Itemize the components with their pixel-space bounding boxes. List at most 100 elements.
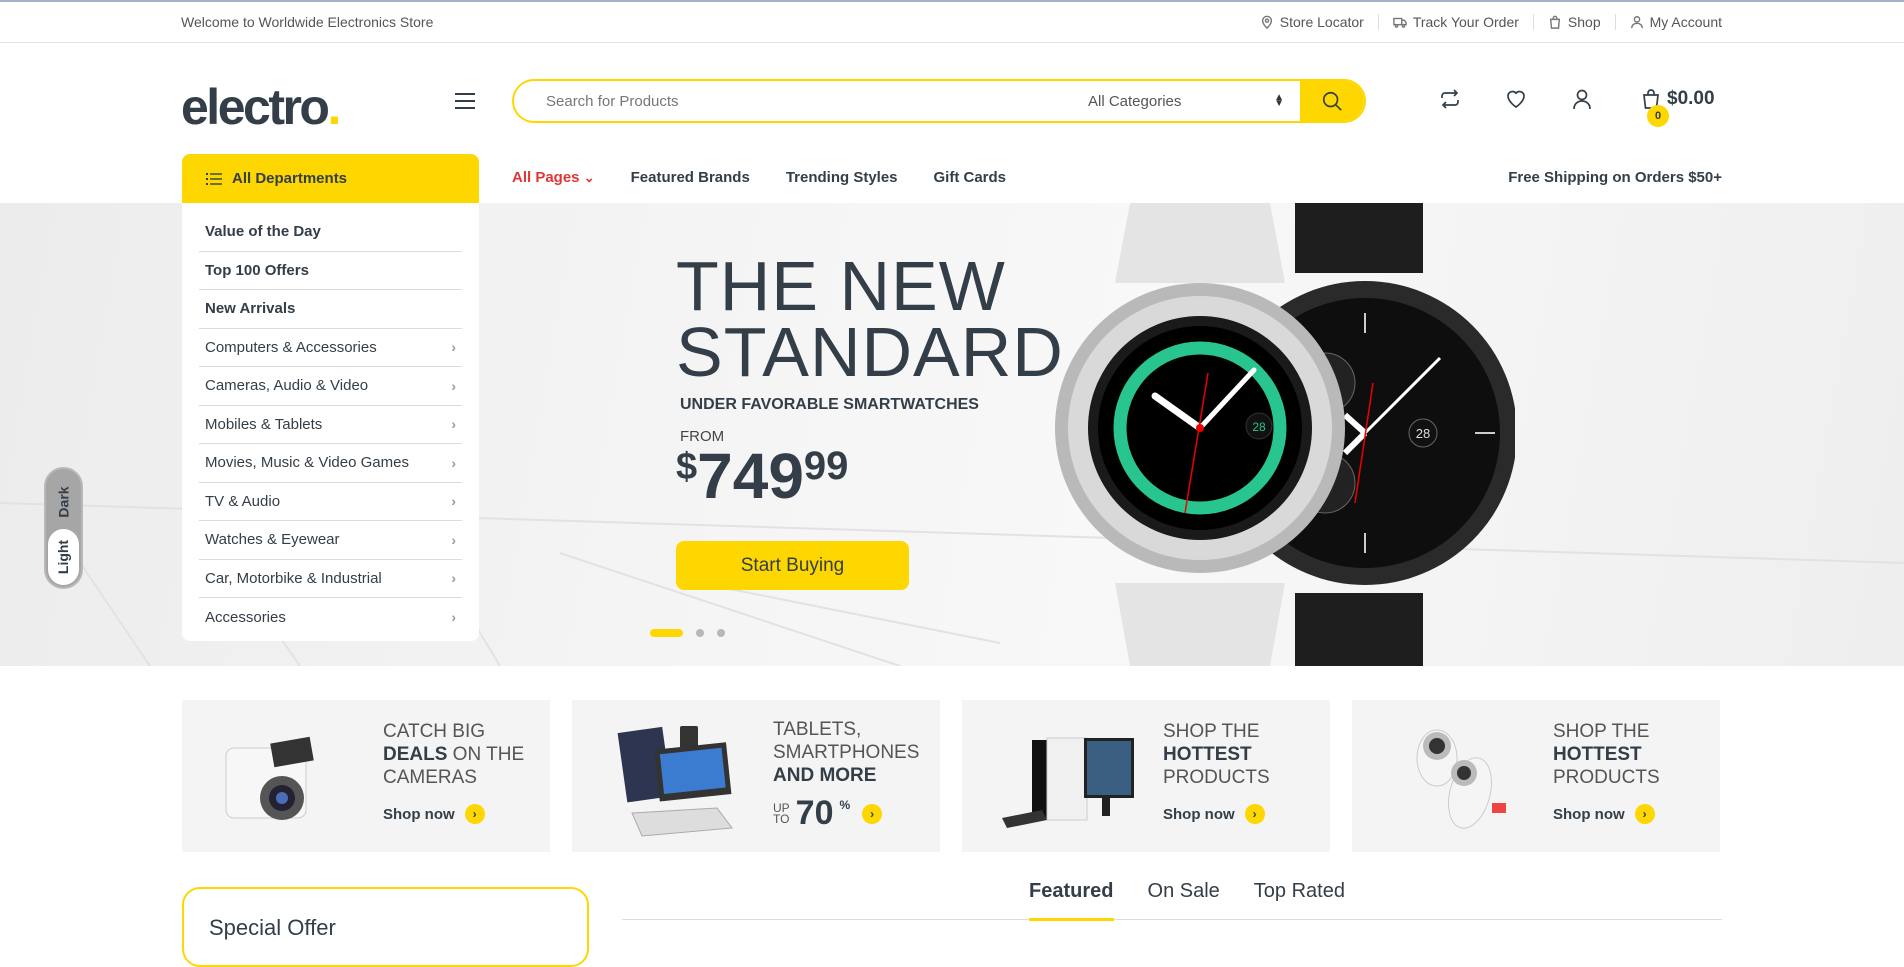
slider-dot-2[interactable] (696, 629, 704, 637)
department-item[interactable]: Top 100 Offers (199, 252, 462, 290)
department-item[interactable]: New Arrivals (199, 290, 462, 329)
department-item[interactable]: Cameras, Audio & Video › (199, 367, 462, 406)
logo-text: electro (181, 79, 330, 135)
department-item-label: Value of the Day (205, 223, 321, 241)
store-locator-link[interactable]: Store Locator (1246, 14, 1378, 30)
cart-button[interactable]: 0 $0.00 (1639, 87, 1715, 127)
price-main: 749 (697, 440, 804, 512)
tab-on-sale[interactable]: On Sale (1148, 880, 1220, 903)
search-button[interactable] (1300, 81, 1364, 121)
hamburger-menu-icon[interactable] (455, 93, 475, 109)
heart-icon (1507, 90, 1525, 109)
my-account-label: My Account (1649, 14, 1722, 30)
all-departments-button[interactable]: All Departments (182, 154, 479, 203)
free-shipping-notice: Free Shipping on Orders $50+ (1508, 169, 1722, 186)
track-order-link[interactable]: Track Your Order (1377, 14, 1533, 30)
theme-toggle[interactable]: Dark Light (44, 467, 83, 589)
tab-featured[interactable]: Featured (1029, 880, 1114, 921)
shop-now-link[interactable]: Shop now › (1163, 804, 1265, 824)
track-order-label: Track Your Order (1412, 14, 1519, 30)
department-item[interactable]: Computers & Accessories › (199, 329, 462, 367)
slider-dot-3[interactable] (717, 629, 725, 637)
chevron-right-icon: › (451, 454, 456, 471)
account-button[interactable] (1569, 86, 1595, 112)
promo-banners: CATCH BIG DEALS ON THE CAMERAS Shop now ›… (182, 700, 1720, 852)
nav-featured-brands[interactable]: Featured Brands (631, 169, 750, 186)
chevron-right-icon: › (451, 493, 456, 510)
department-item-label: TV & Audio (205, 492, 281, 510)
price-currency: $ (676, 446, 698, 488)
chevron-right-icon: › (451, 570, 456, 587)
truck-icon (1393, 17, 1407, 28)
navigation-row: All Departments All Pages ⌄ Featured Bra… (0, 154, 1904, 203)
department-item[interactable]: Mobiles & Tablets › (199, 406, 462, 444)
banner-text: TABLETS, SMARTPHONES AND MORE (773, 719, 920, 786)
promo-banner-computers[interactable]: SHOP THE HOTTEST PRODUCTS Shop now › (962, 700, 1330, 852)
department-item[interactable]: Accessories › (199, 598, 462, 637)
department-item-label: Accessories (205, 608, 286, 626)
tablets-image (617, 726, 733, 837)
department-item[interactable]: Watches & Eyewear › (199, 521, 462, 560)
all-departments-label: All Departments (232, 170, 348, 187)
chevron-right-icon: › (451, 609, 456, 626)
promo-banner-cameras[interactable]: CATCH BIG DEALS ON THE CAMERAS Shop now › (182, 700, 550, 852)
banner-text: CATCH BIG DEALS ON THE CAMERAS (383, 721, 525, 788)
promo-banner-360-camera[interactable]: SHOP THE HOTTEST PRODUCTS Shop now › (1352, 700, 1720, 852)
search-input[interactable] (514, 81, 1066, 121)
category-select-value: All Categories (1088, 92, 1182, 110)
search-icon (1322, 91, 1342, 111)
discount-label: UP TO 70 % › (773, 794, 883, 833)
store-locator-label: Store Locator (1279, 14, 1364, 30)
main-nav: All Pages ⌄ Featured Brands Trending Sty… (512, 169, 1006, 186)
map-pin-icon (1261, 15, 1272, 29)
user-icon (1630, 16, 1643, 29)
department-item[interactable]: Movies, Music & Video Games › (199, 444, 462, 483)
department-item[interactable]: TV & Audio › (199, 483, 462, 521)
select-arrows-icon: ▲ ▼ (1274, 92, 1284, 109)
product-tabs: Featured On Sale Top Rated (622, 880, 1722, 921)
special-offer-title: Special Offer (209, 915, 336, 940)
category-select[interactable]: All Categories ▲ ▼ (1066, 81, 1300, 121)
compare-icon (1441, 89, 1459, 109)
watch-date-2: 28 (1416, 426, 1430, 441)
welcome-message: Welcome to Worldwide Electronics Store (181, 14, 434, 30)
chevron-right-icon: › (451, 531, 456, 548)
logo[interactable]: electro. (181, 78, 341, 136)
smartwatch-image: 28 28 (1055, 203, 1515, 666)
shop-now-link[interactable]: Shop now › (383, 804, 485, 824)
nav-gift-cards[interactable]: Gift Cards (934, 169, 1007, 186)
departments-menu: Value of the Day Top 100 Offers New Arriva… (182, 203, 479, 641)
nav-all-pages[interactable]: All Pages ⌄ (512, 169, 595, 186)
nav-trending-styles[interactable]: Trending Styles (786, 169, 898, 186)
price-cents: 99 (803, 444, 849, 488)
compare-button[interactable] (1437, 86, 1463, 112)
desktop-computer-image (1002, 737, 1134, 828)
my-account-link[interactable]: My Account (1614, 14, 1722, 30)
promo-banner-tablets[interactable]: TABLETS, SMARTPHONES AND MORE UP TO 70 % … (572, 700, 940, 852)
shop-now-link[interactable]: Shop now › (1553, 804, 1655, 824)
hero-price: $ 749 99 (676, 440, 848, 512)
chevron-right-icon: › (451, 377, 456, 394)
shop-link[interactable]: Shop (1532, 14, 1615, 30)
arrow-right-icon: › (1244, 804, 1265, 824)
banner-text: SHOP THE HOTTEST PRODUCTS (1553, 721, 1660, 788)
start-buying-button[interactable]: Start Buying (676, 541, 909, 590)
banner-text: SHOP THE HOTTEST PRODUCTS (1163, 721, 1270, 788)
wishlist-button[interactable] (1503, 86, 1529, 112)
tab-top-rated[interactable]: Top Rated (1254, 880, 1345, 903)
shop-label: Shop (1567, 14, 1601, 30)
top-links: Store Locator Track Your Order Shop My A… (1246, 14, 1722, 30)
theme-light-option[interactable]: Light (48, 529, 79, 585)
hero-subtitle: UNDER FAVORABLE SMARTWATCHES (680, 396, 979, 413)
theme-dark-option[interactable]: Dark (46, 477, 81, 527)
slider-dot-1[interactable] (650, 629, 683, 637)
search-bar: All Categories ▲▼ (512, 79, 1366, 123)
department-item[interactable]: Value of the Day (199, 213, 462, 252)
special-offer-box: Special Offer (182, 887, 589, 967)
arrow-right-icon: › (464, 804, 485, 824)
header-icons: 0 $0.00 (1437, 86, 1715, 127)
department-item[interactable]: Car, Motorbike & Industrial › (199, 560, 462, 598)
department-item-label: Top 100 Offers (205, 261, 309, 279)
hero-title: THE NEW STANDARD (676, 247, 1064, 391)
arrow-right-icon[interactable]: › (862, 803, 883, 824)
